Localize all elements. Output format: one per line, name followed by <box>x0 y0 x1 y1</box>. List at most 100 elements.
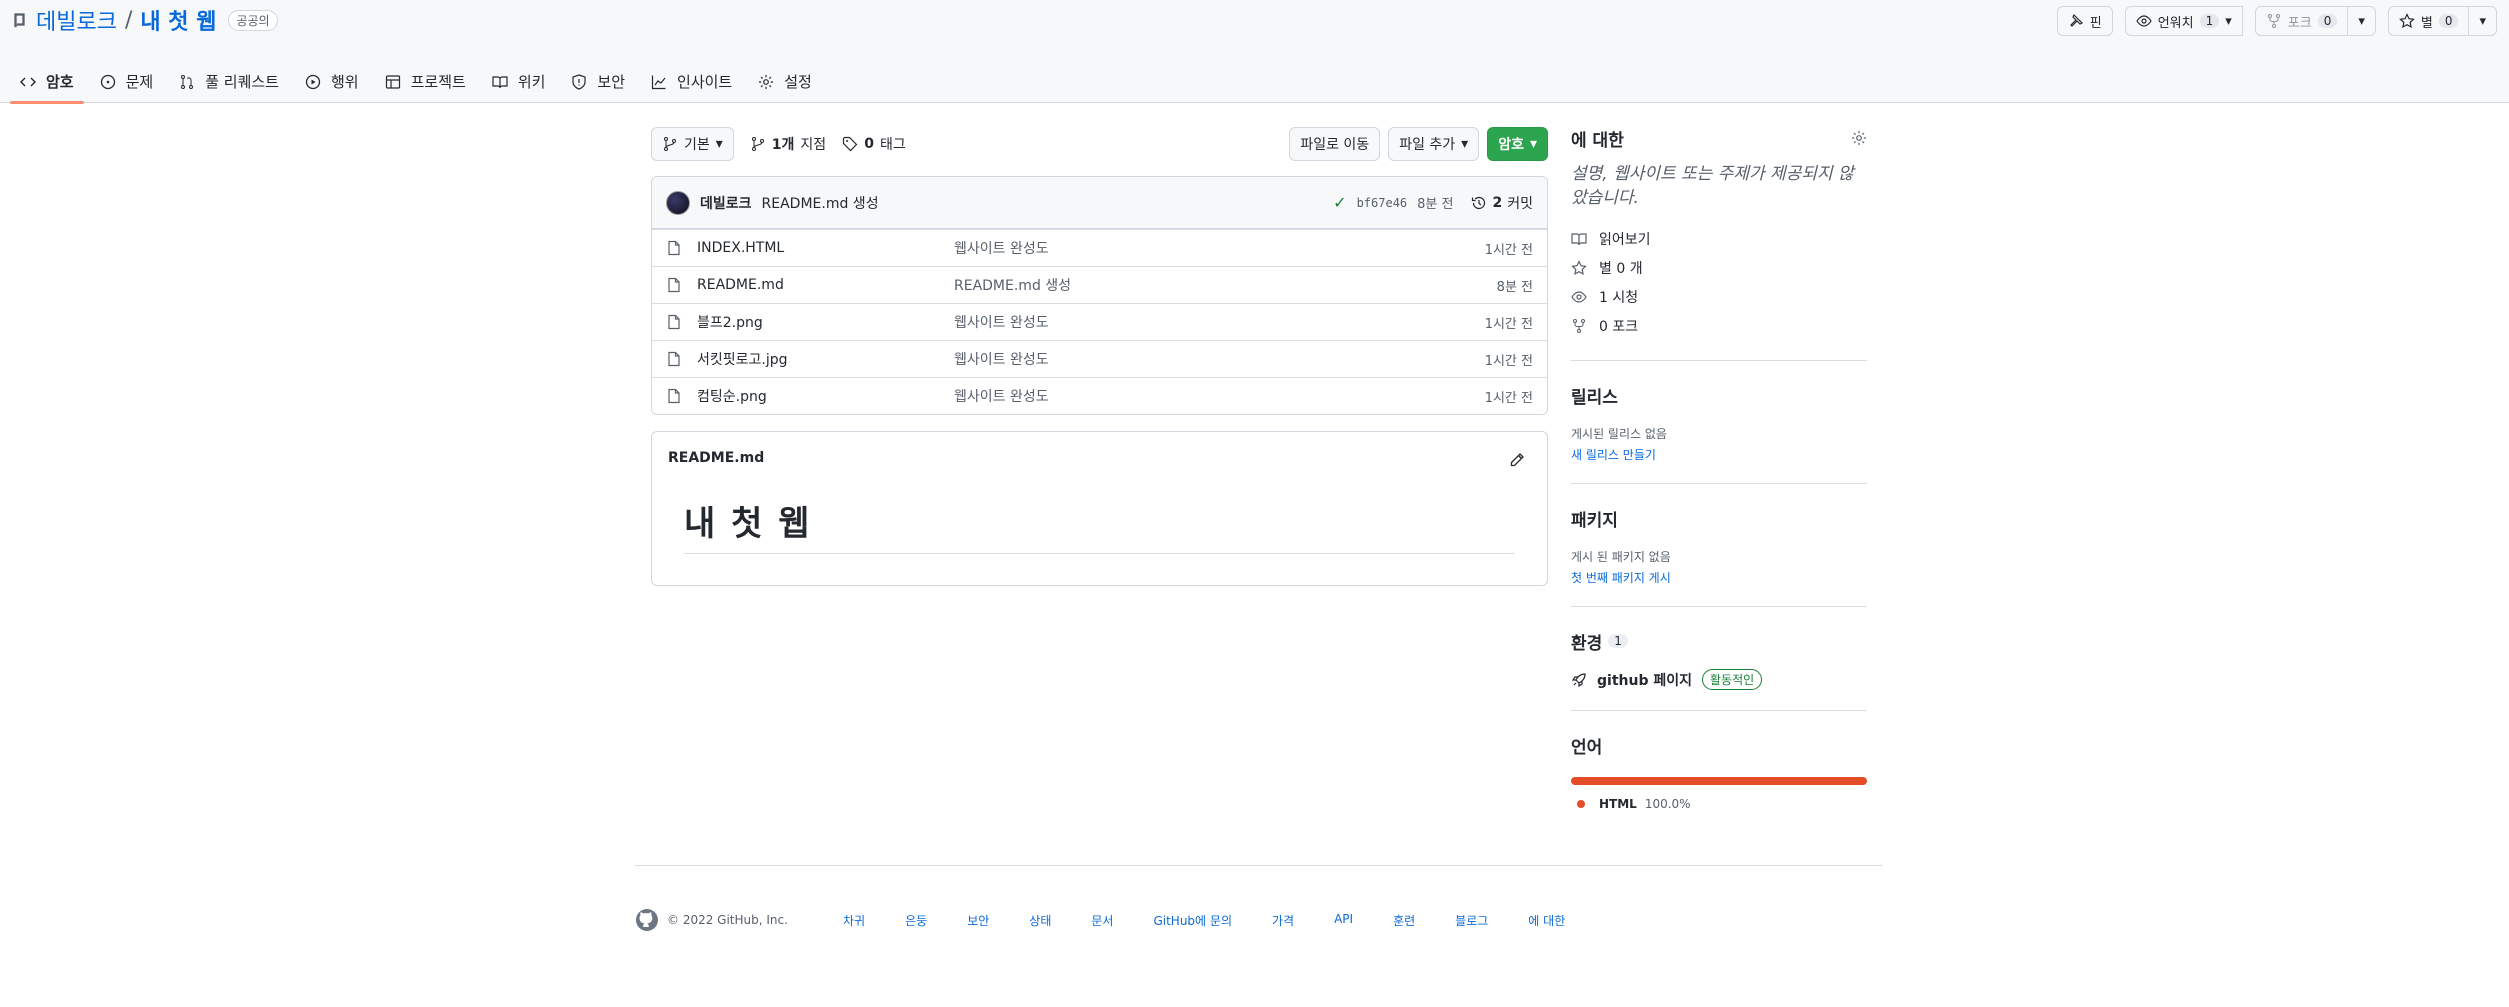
tab-label: 보안 <box>597 73 626 91</box>
file-name-link[interactable]: 블프2.png <box>697 312 954 332</box>
stars-link[interactable]: 별 0 개 <box>1571 253 1867 282</box>
fork-label: 포크 <box>2287 15 2312 31</box>
tags-link[interactable]: 0 태그 <box>842 134 906 154</box>
gear-icon <box>759 74 774 89</box>
shield-icon <box>572 73 587 90</box>
file-commit-message[interactable]: 웹사이트 완성도 <box>954 238 1485 258</box>
create-release-link[interactable]: 새 릴리스 만들기 <box>1571 446 1867 463</box>
footer-link-training[interactable]: 훈련 <box>1393 912 1415 929</box>
commits-link[interactable]: 2 커밋 <box>1471 193 1533 213</box>
environments-title[interactable]: 환경 <box>1571 629 1602 654</box>
footer-link-security[interactable]: 보안 <box>967 912 989 929</box>
releases-title[interactable]: 릴리스 <box>1571 383 1618 408</box>
file-age: 1시간 전 <box>1484 390 1533 406</box>
fork-count: 0 <box>2317 14 2338 28</box>
tag-icon <box>843 136 858 152</box>
packages-title[interactable]: 패키지 <box>1571 506 1618 531</box>
commit-author[interactable]: 데빌로크 <box>700 193 752 213</box>
footer-link-docs[interactable]: 문서 <box>1091 912 1113 929</box>
file-commit-message[interactable]: 웹사이트 완성도 <box>954 386 1485 406</box>
footer-link-api[interactable]: API <box>1334 912 1353 929</box>
path-separator: / <box>124 7 133 33</box>
file-name-link[interactable]: 컴팅순.png <box>697 386 954 406</box>
add-file-button[interactable]: 파일 추가 ▾ <box>1388 127 1480 161</box>
publish-package-link[interactable]: 첫 번째 패키지 게시 <box>1571 569 1867 586</box>
watch-button[interactable]: 언워치 1 ▾ <box>2124 6 2243 36</box>
tab-security[interactable]: 보안 <box>561 60 635 103</box>
footer-link-contact[interactable]: GitHub에 문의 <box>1153 912 1232 929</box>
commit-meta: ✓ bf67e46 8분 전 2 커밋 <box>1333 193 1533 213</box>
repo-owner-link[interactable]: 데빌로크 <box>36 4 117 36</box>
branches-label: 지점 <box>800 137 827 153</box>
table-row[interactable]: 컴팅순.png 웹사이트 완성도 1시간 전 <box>652 377 1547 414</box>
footer-link-pricing[interactable]: 가격 <box>1272 912 1294 929</box>
forks-link[interactable]: 0 포크 <box>1571 311 1867 340</box>
forks-label: 0 포크 <box>1599 318 1639 335</box>
table-row[interactable]: INDEX.HTML 웹사이트 완성도 1시간 전 <box>652 229 1547 266</box>
tab-insights[interactable]: 인사이트 <box>641 60 742 103</box>
latest-commit: 데빌로크 README.md 생성 ✓ bf67e46 8분 전 2 커밋 <box>652 177 1547 229</box>
code-button[interactable]: 암호 ▾ <box>1487 127 1548 161</box>
footer-link-blog[interactable]: 블로그 <box>1455 912 1488 929</box>
star-dropdown-button[interactable]: ▾ <box>2469 6 2497 36</box>
file-name-link[interactable]: 서킷핏로고.jpg <box>697 349 954 369</box>
fork-button[interactable]: 포크 0 <box>2254 6 2349 36</box>
avatar[interactable] <box>666 190 690 215</box>
file-commit-message[interactable]: 웹사이트 완성도 <box>954 349 1485 369</box>
table-row[interactable]: 블프2.png 웹사이트 완성도 1시간 전 <box>652 303 1547 340</box>
footer-link-status[interactable]: 상태 <box>1029 912 1051 929</box>
readme-heading: 내 첫 웹 <box>684 496 1515 554</box>
language-item[interactable]: HTML 100.0% <box>1571 797 1867 811</box>
table-row[interactable]: 서킷핏로고.jpg 웹사이트 완성도 1시간 전 <box>652 340 1547 377</box>
fork-icon <box>1573 318 1585 333</box>
file-commit-message[interactable]: README.md 생성 <box>954 275 1497 295</box>
readme-title[interactable]: README.md <box>668 450 764 466</box>
main-column: 기본 ▾ 1개 지점 0 태그 파일로 이동 파일 추가 ▾ 암호 ▾ 데빌로크… <box>651 126 1548 586</box>
fork-dropdown-button[interactable]: ▾ <box>2348 6 2376 36</box>
star-button[interactable]: 별 0 <box>2387 6 2470 36</box>
commit-message[interactable]: README.md 생성 <box>762 193 879 213</box>
tab-projects[interactable]: 프로젝트 <box>375 60 476 103</box>
tab-code[interactable]: 암호 <box>10 60 84 104</box>
repo-icon <box>14 13 25 28</box>
packages-empty-text: 게시 된 패키지 없음 <box>1571 550 1671 564</box>
commit-sha[interactable]: bf67e46 <box>1357 196 1408 210</box>
watchers-link[interactable]: 1 시청 <box>1571 282 1867 311</box>
repo-name-link[interactable]: 내 첫 웹 <box>140 4 216 36</box>
tab-actions[interactable]: 행위 <box>295 60 369 103</box>
repo-title: 데빌로크 / 내 첫 웹 공공의 <box>12 4 278 36</box>
footer-links: 차귀 은둥 보안 상태 문서 GitHub에 문의 가격 API 훈련 블로그 … <box>843 912 1605 929</box>
footer-link-privacy[interactable]: 은둥 <box>905 912 927 929</box>
branches-count: 1개 <box>771 137 795 153</box>
file-name-link[interactable]: README.md <box>697 277 954 293</box>
pin-button[interactable]: 핀 <box>2056 6 2113 36</box>
play-icon <box>305 74 321 89</box>
footer-link-terms[interactable]: 차귀 <box>843 912 865 929</box>
tab-wiki[interactable]: 위키 <box>482 60 556 103</box>
github-logo-icon[interactable] <box>635 908 659 932</box>
environment-item[interactable]: github 페이지 활동적인 <box>1571 669 1867 690</box>
file-commit-message[interactable]: 웹사이트 완성도 <box>954 312 1485 332</box>
readme-box: README.md 내 첫 웹 <box>651 431 1548 586</box>
table-row[interactable]: README.md README.md 생성 8분 전 <box>652 266 1547 303</box>
tab-issues[interactable]: 문제 <box>90 60 164 103</box>
repo-sidebar: 에 대한 설명, 웹사이트 또는 주제가 제공되지 않았습니다. 읽어보기 별 … <box>1571 126 1867 811</box>
tab-label: 프로젝트 <box>410 73 466 91</box>
pencil-icon[interactable] <box>1509 452 1525 468</box>
gear-icon[interactable] <box>1851 130 1867 146</box>
about-title: 에 대한 <box>1571 130 1624 151</box>
tab-label: 암호 <box>46 73 74 91</box>
file-toolbar: 기본 ▾ 1개 지점 0 태그 파일로 이동 파일 추가 ▾ 암호 ▾ <box>651 126 1548 162</box>
file-icon <box>668 351 680 367</box>
goto-file-button[interactable]: 파일로 이동 <box>1289 127 1381 161</box>
branch-select-button[interactable]: 기본 ▾ <box>651 127 734 161</box>
footer-link-about[interactable]: 에 대한 <box>1528 912 1565 929</box>
readme-link[interactable]: 읽어보기 <box>1571 224 1867 253</box>
chevron-down-icon: ▾ <box>1461 136 1469 152</box>
file-name-link[interactable]: INDEX.HTML <box>697 240 954 256</box>
tab-settings[interactable]: 설정 <box>748 60 822 103</box>
status-badge: 활동적인 <box>1701 669 1763 690</box>
file-age: 1시간 전 <box>1484 353 1533 369</box>
tab-pull-requests[interactable]: 풀 리퀘스트 <box>169 60 289 103</box>
branches-link[interactable]: 1개 지점 <box>750 134 826 154</box>
